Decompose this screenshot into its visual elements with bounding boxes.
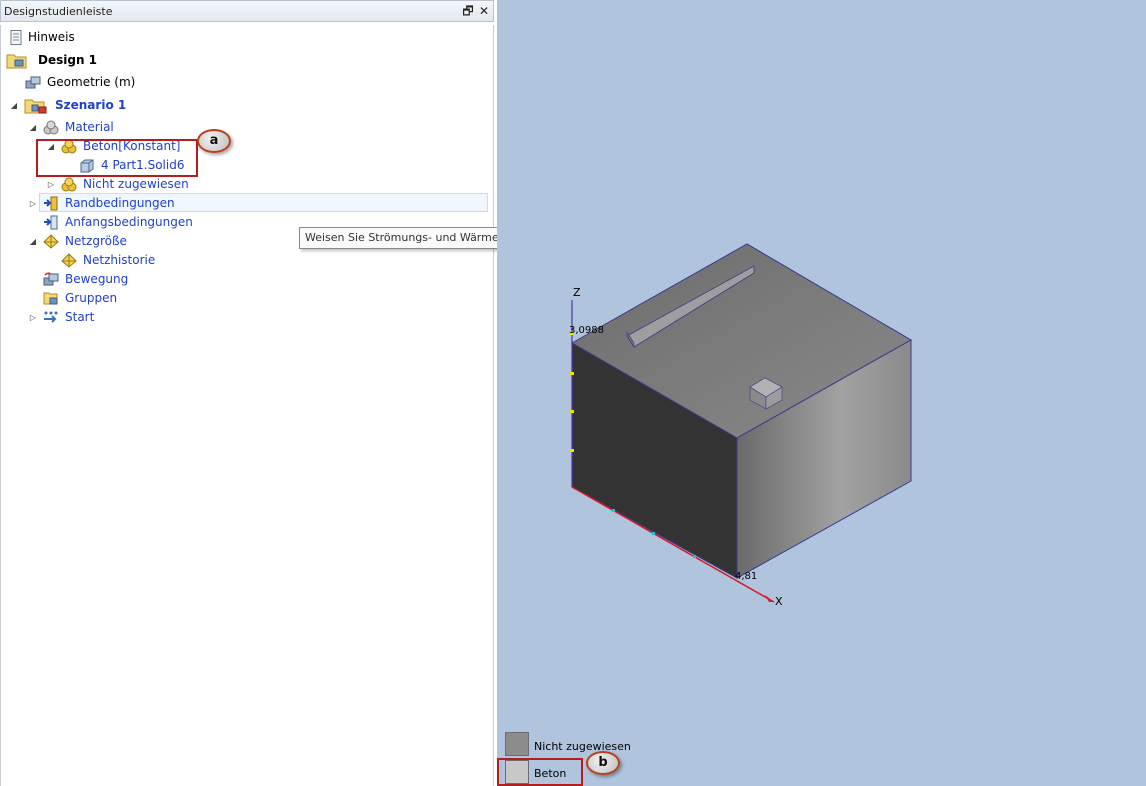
expand-triangle-icon[interactable]: ▷ [46,175,56,194]
groups-icon [43,292,58,305]
model-view [570,243,913,603]
legend-swatch-nicht-zugewiesen [505,732,529,756]
3d-viewport[interactable]: Z 3,0988 4,81 X [497,0,1146,786]
tree-item-label: Randbedingungen [65,196,175,210]
tree-item-label: Material [65,120,114,134]
geometry-icon [25,76,41,89]
tree-item-label: Nicht zugewiesen [83,177,189,191]
tree-item-label: Bewegung [65,272,129,286]
collapse-triangle-icon[interactable]: ◢ [9,96,19,115]
material-unassigned-icon [61,177,77,192]
tree-item-label: Hinweis [28,30,75,44]
callout-b: b [586,751,620,775]
callout-a: a [197,129,231,153]
collapse-triangle-icon[interactable]: ◢ [28,232,38,251]
note-icon [10,30,22,45]
restore-window-icon[interactable]: 🗗 [461,3,475,19]
expand-triangle-icon[interactable]: ▷ [28,308,38,327]
mesh-history-icon [61,253,77,268]
x-axis-value: 4,81 [735,571,758,582]
tree-item-label: Design 1 [38,53,98,67]
z-axis-value: 3,0988 [569,325,604,336]
design-folder-icon [6,54,27,69]
expand-triangle-icon[interactable]: ▷ [28,194,38,213]
z-axis-label: Z [573,286,581,299]
boundary-conditions-icon [44,196,58,211]
initial-conditions-icon [44,215,58,230]
scenario-folder-icon [24,99,47,114]
legend-label-nicht-zugewiesen: Nicht zugewiesen [534,740,631,753]
tree-item-label: Netzhistorie [83,253,156,267]
tree-item-label: Szenario 1 [55,98,127,112]
tree-item-label: Start [65,310,95,324]
tree-item-label: Geometrie (m) [47,75,136,89]
design-study-bar: Designstudienleiste 🗗 ✕ Hinweis Design 1… [0,0,496,786]
x-axis-label: X [775,595,783,608]
tree-item-label: Anfangsbedingungen [65,215,193,229]
start-run-icon [44,311,58,323]
mesh-size-icon [43,234,59,249]
highlight-box-a [36,139,198,177]
panel-titlebar: Designstudienleiste 🗗 ✕ [0,0,494,22]
close-icon[interactable]: ✕ [477,3,491,19]
tree-item-label: Netzgröße [65,234,127,248]
motion-icon [43,272,59,286]
tree-item-label: Gruppen [65,291,118,305]
material-icon [43,120,59,135]
panel-title: Designstudienleiste [4,5,113,18]
collapse-triangle-icon[interactable]: ◢ [28,118,38,137]
highlight-box-b [497,758,583,786]
